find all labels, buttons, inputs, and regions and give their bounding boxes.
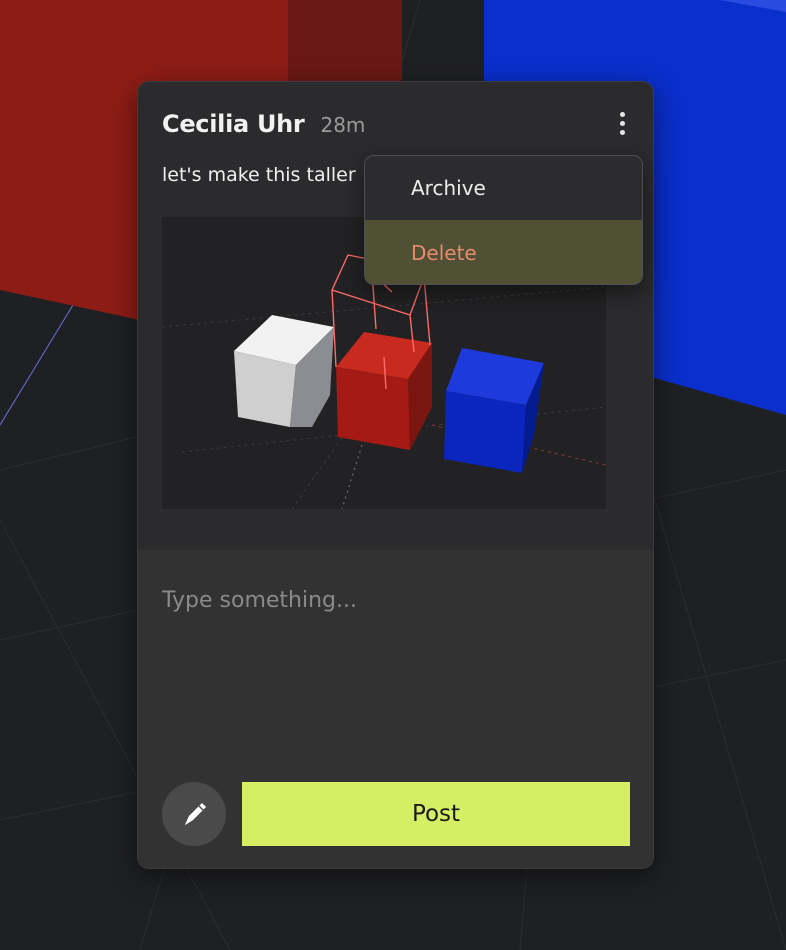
menu-item-delete[interactable]: Delete (365, 220, 642, 284)
reply-input[interactable] (162, 580, 622, 620)
more-options-button[interactable] (609, 108, 635, 138)
author-name: Cecilia Uhr (162, 110, 305, 138)
menu-item-archive[interactable]: Archive (365, 156, 642, 220)
comment-timestamp: 28m (320, 113, 366, 137)
options-dropdown-menu: Archive Delete (364, 155, 643, 285)
draw-button[interactable] (162, 782, 226, 846)
more-vertical-icon (619, 111, 625, 117)
red-cube (336, 332, 432, 450)
comment-text: let's make this taller (162, 164, 356, 186)
comment-header: Cecilia Uhr 28m (162, 110, 365, 138)
pencil-icon (185, 803, 206, 825)
reply-area: Post (138, 550, 653, 868)
post-button[interactable]: Post (242, 782, 630, 846)
